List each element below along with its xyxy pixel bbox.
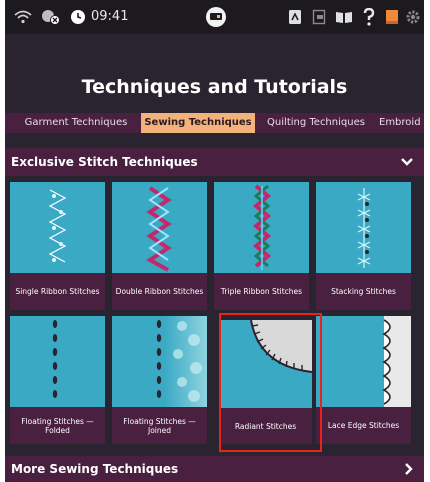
tile-triple-ribbon-stitches[interactable]: Triple Ribbon Stitches <box>214 182 309 310</box>
tile-double-ribbon-stitches[interactable]: Double Ribbon Stitches <box>112 182 207 310</box>
tile-label: Single Ribbon Stitches <box>15 287 100 296</box>
clock-icon <box>68 0 88 34</box>
tile-single-ribbon-stitches[interactable]: Single Ribbon Stitches <box>10 182 105 310</box>
selection-highlight <box>219 313 322 452</box>
tile-floating-stitches-folded[interactable]: Floating Stitches — Folded <box>10 316 105 444</box>
status-time: 09:41 <box>91 9 129 24</box>
machine-icon[interactable] <box>203 0 229 34</box>
lace-edge-stitch-image <box>316 316 411 407</box>
bookmark-icon[interactable] <box>382 0 402 34</box>
tile-lace-edge-stitches[interactable]: Lace Edge Stitches <box>316 316 411 444</box>
tile-label: Floating Stitches — Joined <box>123 416 196 435</box>
settings-icon[interactable] <box>403 0 423 34</box>
tile-label: Stacking Stitches <box>331 287 396 296</box>
app-frame: 09:41 Techniques and Tutorials Garment T… <box>5 0 424 482</box>
help-icon[interactable] <box>359 0 379 34</box>
exclusive-section-title: Exclusive Stitch Techniques <box>11 155 198 169</box>
tab-sewing-techniques[interactable]: Sewing Techniques <box>141 113 255 133</box>
tile-floating-stitches-joined[interactable]: Floating Stitches — Joined <box>112 316 207 444</box>
page-title: Techniques and Tutorials <box>81 76 348 98</box>
tab-quilting-techniques[interactable]: Quilting Techniques <box>261 113 371 133</box>
chevron-right-icon[interactable] <box>404 456 414 482</box>
exclusive-section-header[interactable]: Exclusive Stitch Techniques <box>5 148 424 176</box>
triple-ribbon-stitch-image <box>214 182 309 273</box>
book-icon[interactable] <box>333 0 355 34</box>
tab-embroidery-techniques[interactable]: Embroid <box>379 113 424 133</box>
stitch-technique-grid: Single Ribbon Stitches Double Ribbon Sti… <box>8 182 421 455</box>
more-section-header[interactable]: More Sewing Techniques <box>5 456 424 482</box>
no-connection-icon <box>39 0 63 34</box>
single-ribbon-stitch-image <box>10 182 105 273</box>
tile-stacking-stitches[interactable]: Stacking Stitches <box>316 182 411 310</box>
category-tabs: Garment Techniques Sewing Techniques Qui… <box>5 113 424 133</box>
status-bar: 09:41 <box>5 0 424 34</box>
stacking-stitch-image <box>316 182 411 273</box>
tile-label: Lace Edge Stitches <box>327 421 400 430</box>
floating-folded-stitch-image <box>10 316 105 407</box>
double-ribbon-stitch-image <box>112 182 207 273</box>
chevron-down-icon[interactable] <box>400 148 414 176</box>
floating-joined-stitch-image <box>112 316 207 407</box>
tile-label: Double Ribbon Stitches <box>115 287 204 296</box>
tab-garment-techniques[interactable]: Garment Techniques <box>17 113 135 133</box>
embroidery-card-icon[interactable] <box>285 0 305 34</box>
file-icon[interactable] <box>309 0 329 34</box>
wifi-icon <box>13 0 33 34</box>
more-section-title: More Sewing Techniques <box>11 462 179 476</box>
tile-label: Triple Ribbon Stitches <box>220 287 303 296</box>
tile-label: Floating Stitches — Folded <box>21 416 94 435</box>
